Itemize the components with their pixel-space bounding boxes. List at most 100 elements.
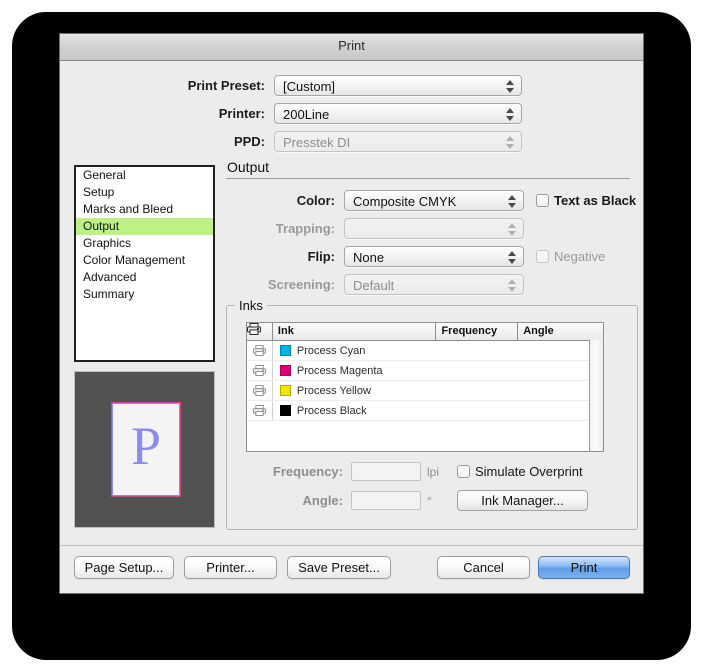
text-as-black-label: Text as Black (554, 193, 637, 208)
ink-name-label: Process Yellow (296, 384, 371, 397)
output-panel: Output Color: Composite CMYK Text as Bla… (226, 159, 643, 559)
flip-value: None (353, 250, 385, 265)
page-preview: P (74, 371, 215, 528)
flip-popup[interactable]: None (344, 246, 524, 267)
print-preset-value: [Custom] (283, 79, 336, 94)
frequency-column-header[interactable]: Frequency (436, 323, 519, 340)
sidebar-item-output[interactable]: Output (76, 218, 213, 235)
ink-color-swatch (279, 345, 291, 356)
screening-label: Screening: (267, 277, 335, 292)
color-popup[interactable]: Composite CMYK (344, 190, 524, 211)
save-preset-button[interactable]: Save Preset... (287, 556, 391, 579)
text-as-black-checkbox[interactable]: Text as Black (536, 193, 636, 208)
print-preset-popup[interactable]: [Custom] (274, 75, 522, 96)
flip-row: Flip: None Negative (226, 246, 643, 267)
ink-column-header[interactable]: Ink (273, 323, 437, 340)
inks-legend-label: Inks (235, 298, 267, 313)
sidebar-item-color-management[interactable]: Color Management (76, 252, 213, 269)
checkbox-box-icon (536, 250, 549, 263)
inks-table-header: Ink Frequency Angle (247, 323, 603, 341)
ink-color-swatch (279, 405, 291, 416)
row-print-toggle[interactable] (247, 381, 273, 400)
ppd-value: Presstek DI (283, 135, 351, 150)
page-title: Output (227, 159, 270, 175)
chevron-updown-icon (508, 278, 517, 293)
checkbox-box-icon[interactable] (536, 194, 549, 207)
ink-manager-button[interactable]: Ink Manager... (457, 490, 588, 511)
negative-label: Negative (554, 249, 606, 264)
row-print-toggle[interactable] (247, 361, 273, 380)
negative-checkbox: Negative (536, 249, 605, 264)
chevron-updown-icon (506, 107, 515, 122)
print-preset-label: Print Preset: (187, 78, 265, 93)
window-title: Print (338, 38, 365, 53)
color-value: Composite CMYK (353, 194, 457, 209)
color-row: Color: Composite CMYK Text as Black (226, 190, 643, 211)
chevron-updown-icon (508, 194, 517, 209)
section-divider (226, 178, 630, 179)
printer-row: Printer: 200Line (60, 103, 643, 124)
ppd-popup: Presstek DI (274, 131, 522, 152)
ink-name-cell: Process Yellow (273, 385, 437, 397)
frequency-unit-label: lpi (427, 464, 440, 479)
frequency-label: Frequency: (272, 464, 343, 479)
print-preset-row: Print Preset: [Custom] (60, 75, 643, 96)
dialog-body: General Setup Marks and Bleed Output Gra… (60, 159, 643, 559)
trapping-label: Trapping: (275, 221, 335, 236)
print-column-header-icon[interactable] (247, 323, 273, 340)
preview-letter-glyph: P (130, 416, 162, 476)
chevron-updown-icon (508, 222, 517, 237)
simulate-overprint-label: Simulate Overprint (475, 464, 583, 479)
screening-popup: Default (344, 274, 524, 295)
cancel-button[interactable]: Cancel (437, 556, 530, 579)
checkbox-box-icon[interactable] (457, 465, 470, 478)
ink-color-swatch (279, 365, 291, 376)
preview-page-sheet: P (111, 402, 181, 497)
row-print-toggle[interactable] (247, 341, 273, 360)
top-fields-group: Print Preset: [Custom] Printer: 200Line … (60, 61, 643, 152)
ppd-row: PPD: Presstek DI (60, 131, 643, 152)
print-button[interactable]: Print (538, 556, 630, 579)
trapping-row: Trapping: (226, 218, 643, 239)
printer-icon (253, 385, 266, 396)
printer-icon (253, 405, 266, 416)
printer-icon (253, 365, 266, 376)
inks-table[interactable]: Ink Frequency Angle Process Cyan Process… (246, 322, 604, 452)
ppd-label: PPD: (233, 134, 265, 149)
printer-popup[interactable]: 200Line (274, 103, 522, 124)
angle-unit-label: ° (427, 493, 432, 508)
printer-icon (247, 323, 261, 335)
screening-row: Screening: Default (226, 274, 643, 295)
printer-value: 200Line (283, 107, 330, 122)
titlebar: Print (60, 34, 643, 61)
ink-name-label: Process Black (296, 404, 367, 417)
page-setup-button[interactable]: Page Setup... (74, 556, 174, 579)
angle-row: Angle: ° Ink Manager... (246, 490, 626, 511)
inks-table-scrollbar[interactable] (589, 340, 603, 451)
ink-name-cell: Process Cyan (273, 345, 437, 357)
simulate-overprint-checkbox[interactable]: Simulate Overprint (457, 464, 583, 479)
row-print-toggle[interactable] (247, 401, 273, 420)
print-dialog: Print Print Preset: [Custom] Printer: 20… (59, 33, 644, 594)
ink-name-label: Process Cyan (296, 344, 366, 357)
angle-column-header[interactable]: Angle (518, 323, 603, 340)
settings-category-list[interactable]: General Setup Marks and Bleed Output Gra… (74, 165, 215, 362)
table-row[interactable]: Process Black (247, 401, 603, 421)
flip-label: Flip: (307, 249, 335, 264)
printer-icon (253, 345, 266, 356)
table-row[interactable]: Process Yellow (247, 381, 603, 401)
inks-group-box: Inks Ink Frequency Angle Process Cyan Pr… (226, 298, 638, 530)
table-row[interactable]: Process Cyan (247, 341, 603, 361)
ink-name-cell: Process Magenta (273, 365, 437, 377)
chevron-updown-icon (508, 250, 517, 265)
sidebar-item-summary[interactable]: Summary (76, 286, 213, 303)
sidebar-item-graphics[interactable]: Graphics (76, 235, 213, 252)
sidebar-item-setup[interactable]: Setup (76, 184, 213, 201)
printer-label: Printer: (218, 106, 265, 121)
frequency-row: Frequency: lpi Simulate Overprint (246, 462, 626, 481)
sidebar-item-advanced[interactable]: Advanced (76, 269, 213, 286)
printer-button[interactable]: Printer... (184, 556, 277, 579)
sidebar-item-marks-and-bleed[interactable]: Marks and Bleed (76, 201, 213, 218)
table-row[interactable]: Process Magenta (247, 361, 603, 381)
sidebar-item-general[interactable]: General (76, 167, 213, 184)
